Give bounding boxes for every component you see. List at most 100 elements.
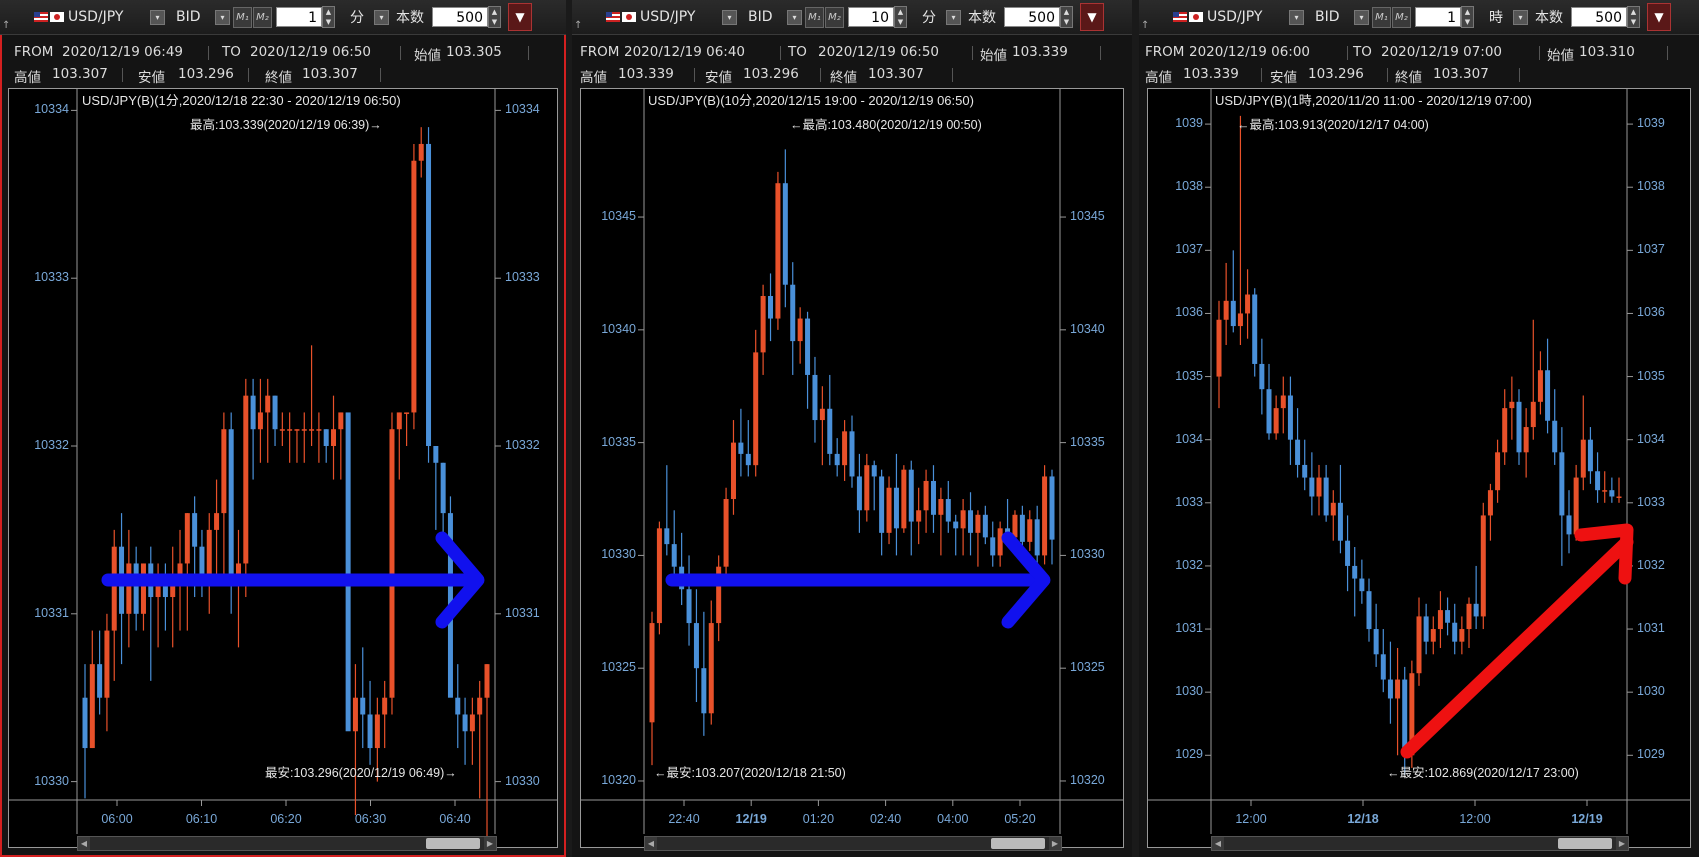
candle-body (426, 143, 432, 446)
chart-window-1hour[interactable]: ↑ USD/JPY ▾ BID ▾ M₁ M₂ 1 ▲ ▼ 時 ▾ 本数 500 ▲ ▼ ▼ FROM 2020/1… (1139, 0, 1699, 857)
candle-body (484, 664, 490, 698)
candle-body (1359, 578, 1365, 592)
y-tick-label-right: 1029 (1637, 747, 1665, 762)
y-tick-label-left: 1030 (1175, 684, 1203, 699)
x-tick-label: 12:00 (1459, 812, 1491, 826)
candle-body (886, 487, 892, 533)
y-tick-label-left: 1036 (1175, 305, 1203, 320)
scroll-thumb[interactable] (426, 838, 480, 849)
scroll-right-icon[interactable]: ▶ (1049, 837, 1061, 850)
candle-body (1309, 477, 1315, 497)
candle-body (790, 284, 796, 342)
candle-body (1323, 477, 1329, 516)
x-tick-label: 06:00 (101, 812, 133, 826)
candle-body (1523, 427, 1529, 453)
candle-body (272, 395, 278, 430)
scroll-left-icon[interactable]: ◀ (78, 837, 90, 850)
y-tick-label-left: 1039 (1175, 116, 1203, 131)
candle-body (440, 462, 446, 514)
candle-body (782, 183, 788, 285)
candle-body (214, 513, 220, 530)
candle-body (433, 446, 439, 463)
candle-body (265, 395, 271, 413)
candle-body (89, 664, 95, 749)
y-tick-label-right: 1032 (1637, 557, 1665, 572)
candle-body (1552, 420, 1558, 453)
candle-body (1259, 363, 1265, 390)
candle-body (192, 513, 198, 547)
candle-body (1352, 565, 1358, 579)
candle-body (1295, 439, 1301, 465)
candle-body (812, 374, 818, 421)
y-tick-label-right: 10330 (1070, 547, 1105, 562)
candle-body (1287, 395, 1293, 440)
scroll-left-icon[interactable]: ◀ (645, 837, 657, 850)
candle-body (1345, 540, 1351, 566)
candle-body (879, 476, 885, 533)
y-tick-label-right: 10332 (505, 438, 540, 452)
chart-scrollbar[interactable]: ◀ ▶ (77, 836, 497, 851)
candle-body (1302, 464, 1308, 478)
y-tick-label-left: 10333 (34, 270, 69, 285)
candle-body (768, 295, 774, 319)
x-tick-label: 22:40 (668, 812, 700, 826)
candle-body (938, 499, 944, 515)
y-tick-label-left: 1032 (1175, 557, 1203, 572)
candle-body (1595, 471, 1601, 491)
y-tick-label-right: 1034 (1637, 431, 1665, 446)
scroll-right-icon[interactable]: ▶ (1616, 837, 1628, 850)
y-tick-label-right: 1036 (1637, 305, 1665, 320)
y-tick-label-right: 1035 (1637, 368, 1665, 383)
candle-body (1452, 622, 1458, 642)
y-tick-label-left: 1038 (1175, 179, 1203, 194)
candle-body (1559, 452, 1565, 516)
scroll-thumb[interactable] (1558, 838, 1612, 849)
candle-body (1042, 476, 1048, 556)
chart-title: USD/JPY(B)(10分,2020/12/15 19:00 - 2020/1… (648, 93, 974, 108)
scroll-thumb[interactable] (991, 838, 1045, 849)
y-tick-label-left: 1037 (1175, 242, 1203, 257)
candle-body (693, 623, 699, 669)
candle-body (389, 429, 395, 698)
candle-body (250, 395, 256, 430)
candle-body (730, 442, 736, 500)
candle-body (960, 510, 966, 529)
y-tick-label-right: 10325 (1070, 660, 1105, 675)
chart-window-1min[interactable]: ↑ USD/JPY ▾ BID ▾ M₁ M₂ 1 ▲ ▼ 分 ▾ 本数 500 ▲ ▼ ▼ FROM 2020/1… (0, 0, 566, 857)
x-tick-label: 04:00 (937, 812, 969, 826)
candle-body (279, 429, 285, 431)
candle-body (374, 714, 380, 749)
x-tick-label: 06:10 (185, 812, 218, 826)
candle-body (708, 623, 714, 714)
y-tick-label-right: 1039 (1637, 116, 1665, 131)
x-tick-label: 12/19 (1571, 812, 1603, 826)
candle-body (1266, 389, 1272, 434)
y-tick-label-left: 1031 (1175, 621, 1203, 636)
candle-body (849, 431, 855, 477)
candle-body (1330, 502, 1336, 516)
candle-body (97, 664, 103, 698)
y-tick-label-left: 10330 (601, 547, 636, 562)
candle-body (990, 537, 996, 556)
scroll-left-icon[interactable]: ◀ (1212, 837, 1224, 850)
candle-body (469, 714, 475, 732)
scroll-right-icon[interactable]: ▶ (484, 837, 496, 850)
candle-body (477, 697, 483, 715)
chart-scrollbar[interactable]: ◀ ▶ (1211, 836, 1629, 851)
candle-body (1495, 452, 1501, 491)
y-tick-label-left: 10335 (601, 434, 636, 449)
y-tick-label-left: 1034 (1175, 431, 1203, 446)
candle-body (301, 429, 307, 431)
candle-body (1280, 395, 1286, 409)
y-tick-label-left: 10340 (601, 321, 636, 336)
chart-window-10min[interactable]: ↑ USD/JPY ▾ BID ▾ M₁ M₂ 10 ▲ ▼ 分 ▾ 本数 500 ▲ ▼ ▼ FROM 2020/… (572, 0, 1132, 857)
candle-body (1573, 477, 1579, 535)
chart-scrollbar[interactable]: ◀ ▶ (644, 836, 1062, 851)
y-tick-label-right: 10320 (1070, 772, 1105, 787)
candle-body (819, 408, 825, 421)
candle-body (1012, 514, 1018, 538)
candle-body (1587, 439, 1593, 472)
candle-body (411, 160, 417, 413)
candle-body (352, 697, 358, 732)
candle-body (930, 480, 936, 515)
